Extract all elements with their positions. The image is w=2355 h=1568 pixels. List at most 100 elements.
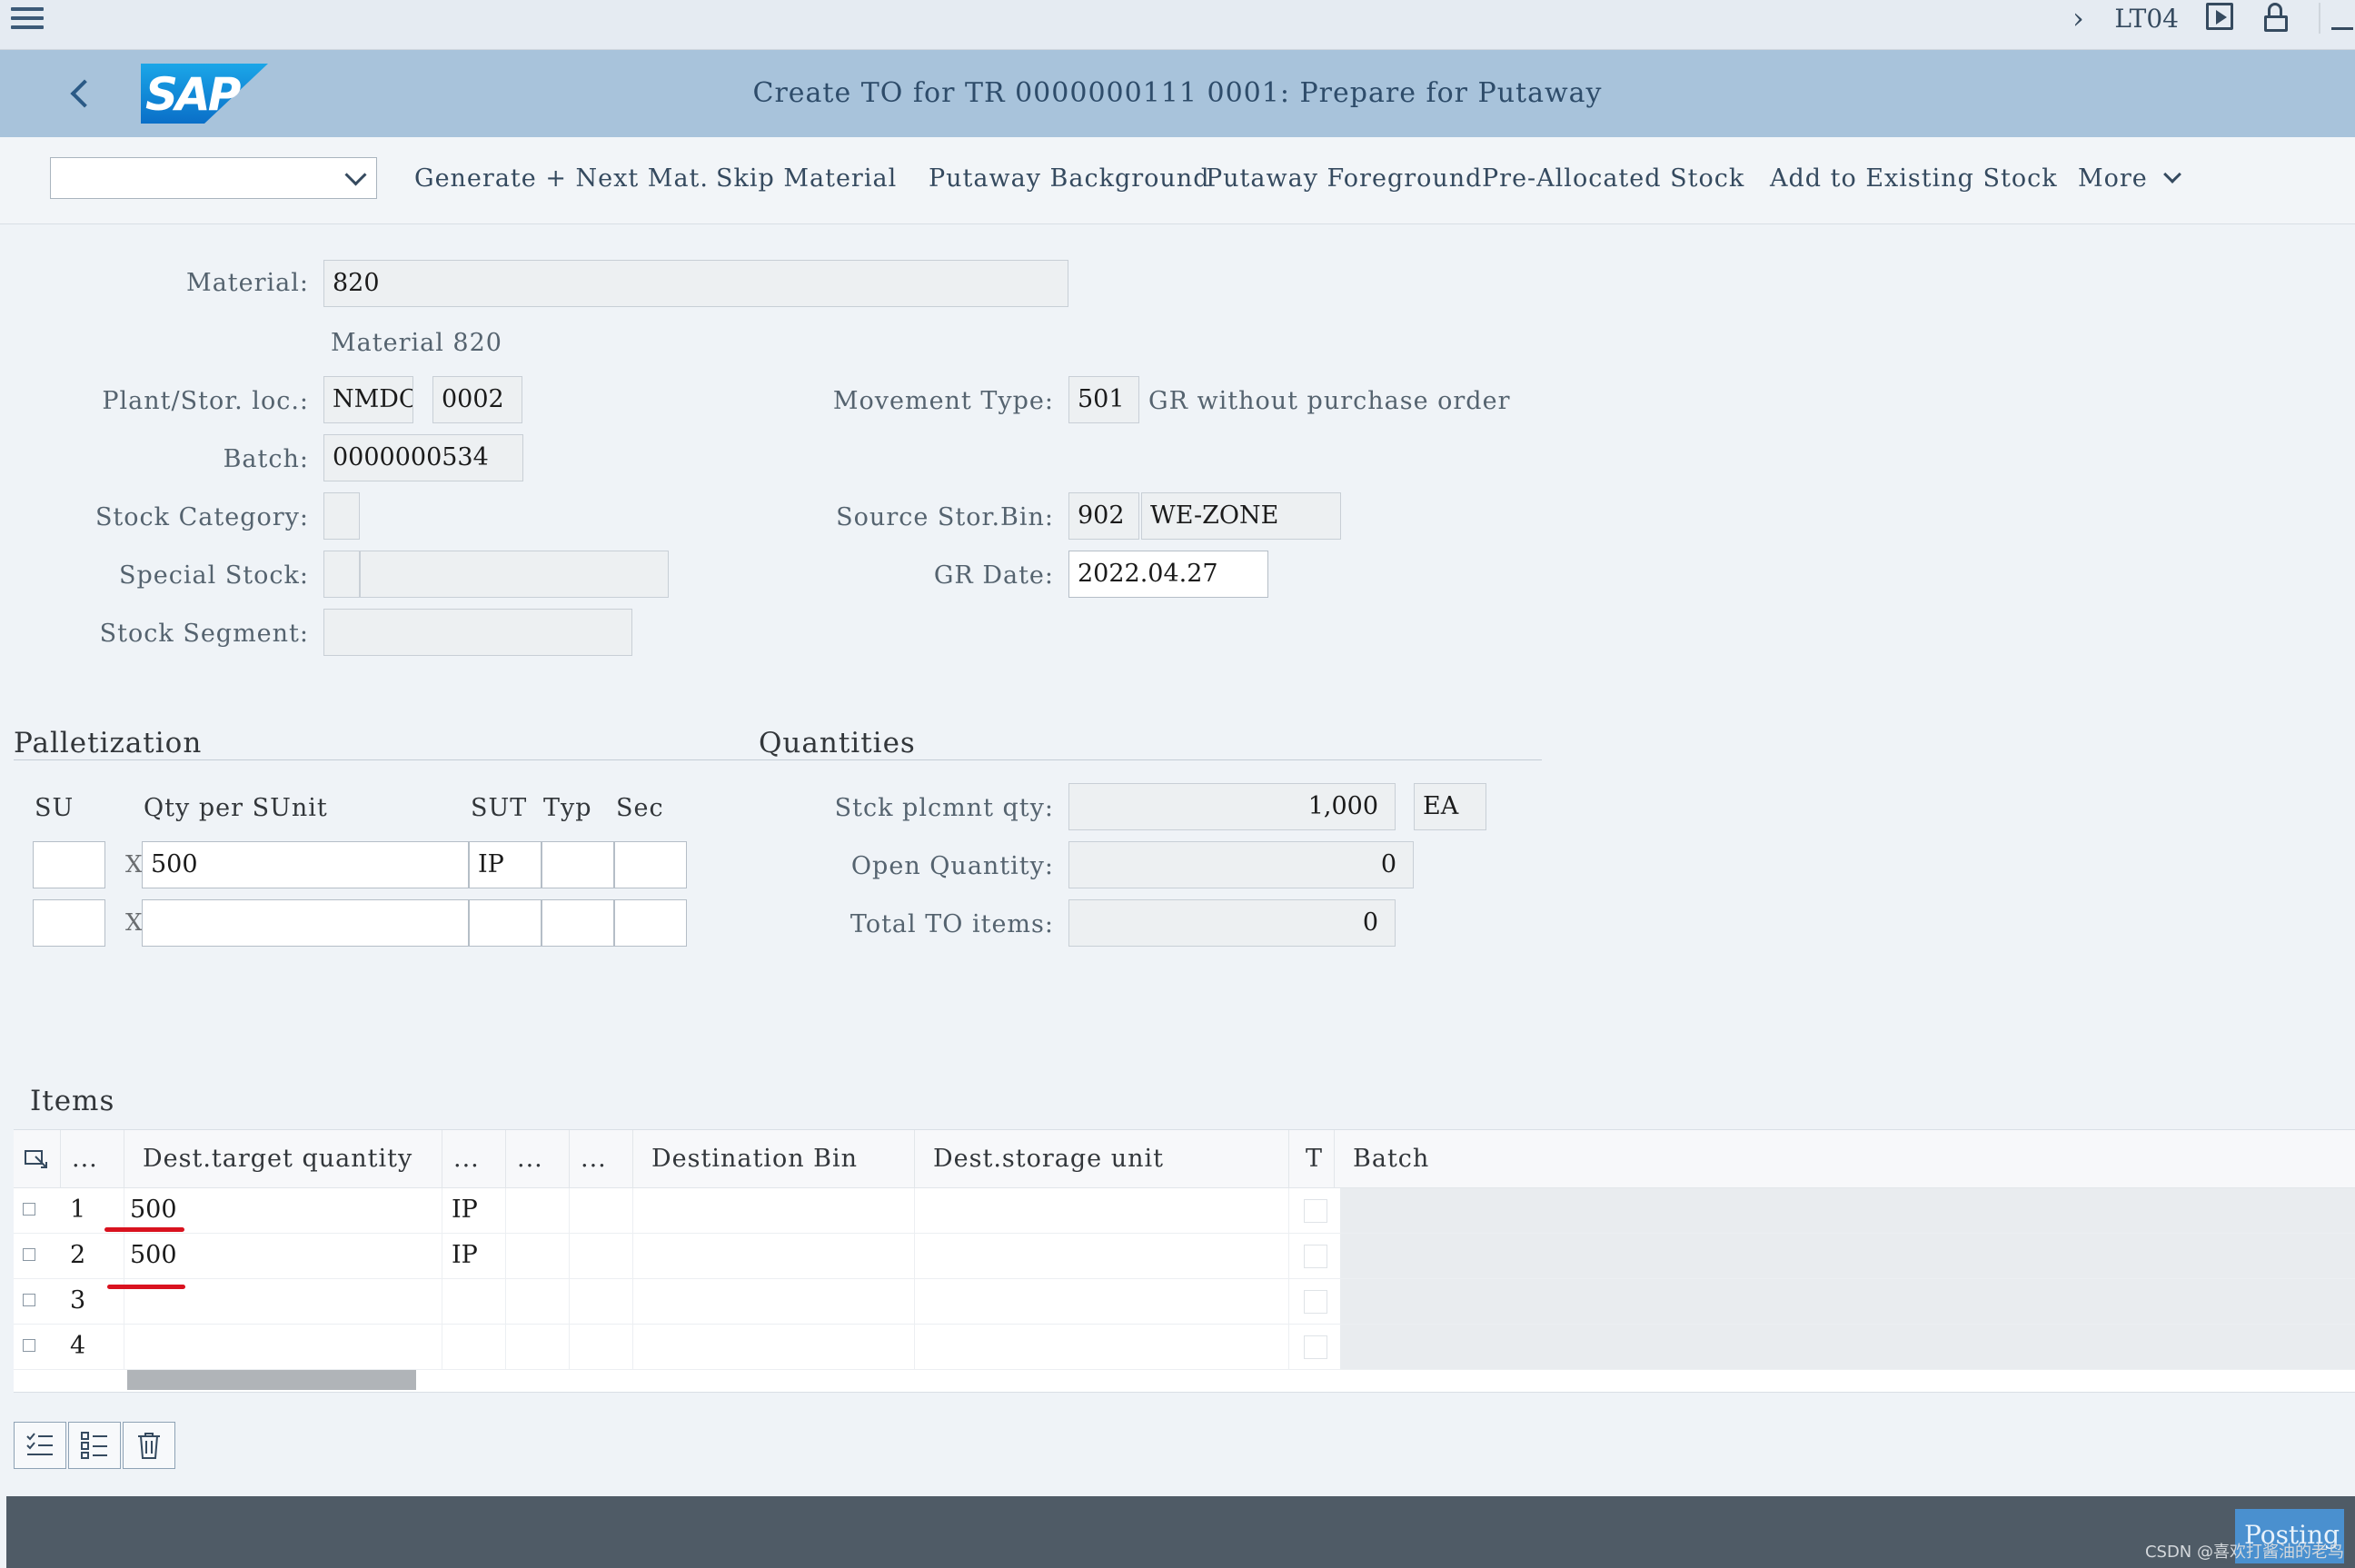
table-actions bbox=[14, 1422, 177, 1469]
table-row[interactable]: 4 bbox=[14, 1325, 2355, 1370]
dest-storage-unit-cell[interactable] bbox=[915, 1234, 1289, 1279]
column-header[interactable]: ... bbox=[570, 1130, 633, 1188]
quantities-divider bbox=[759, 759, 1542, 760]
table-cell[interactable] bbox=[506, 1188, 570, 1234]
table-settings-icon[interactable] bbox=[14, 1130, 61, 1188]
table-cell[interactable] bbox=[570, 1188, 633, 1234]
more-button[interactable]: More bbox=[2078, 164, 2181, 193]
table-cell[interactable] bbox=[570, 1325, 633, 1370]
variant-dropdown[interactable] bbox=[50, 157, 377, 199]
column-header[interactable]: ... bbox=[61, 1130, 124, 1188]
shell-actions: › LT04 bbox=[2060, 0, 2355, 36]
dest-target-quantity-cell[interactable] bbox=[124, 1325, 442, 1370]
source-bin-field[interactable]: WE-ZONE bbox=[1141, 492, 1341, 540]
column-header-dest-target-quantity[interactable]: Dest.target quantity bbox=[124, 1130, 442, 1188]
stock-segment-label: Stock Segment: bbox=[99, 620, 309, 648]
su-field-1[interactable] bbox=[33, 841, 105, 888]
table-cell[interactable] bbox=[570, 1234, 633, 1279]
chevron-right-icon[interactable]: › bbox=[2060, 1, 2096, 35]
putaway-background-button[interactable]: Putaway Background bbox=[929, 164, 1209, 193]
footer-bar: Posting CSDN @喜欢打酱油的老鸟 bbox=[6, 1496, 2355, 1568]
t-checkbox[interactable] bbox=[1304, 1199, 1327, 1223]
plant-field[interactable]: NMDC bbox=[323, 376, 413, 423]
dest-storage-unit-cell[interactable] bbox=[915, 1325, 1289, 1370]
destination-bin-cell[interactable] bbox=[633, 1279, 915, 1325]
destination-bin-cell[interactable] bbox=[633, 1188, 915, 1234]
deselect-all-button[interactable] bbox=[68, 1422, 121, 1469]
batch-label: Batch: bbox=[223, 445, 309, 473]
movement-type-description: GR without purchase order bbox=[1148, 387, 1511, 415]
column-header-t[interactable]: T bbox=[1289, 1130, 1335, 1188]
material-field[interactable]: 820 bbox=[323, 260, 1068, 307]
table-row[interactable]: 1 500 IP bbox=[14, 1188, 2355, 1234]
dest-target-quantity-cell[interactable]: 500 bbox=[124, 1234, 442, 1279]
qty-per-sunit-field-1[interactable]: 500 bbox=[142, 841, 469, 888]
putaway-foreground-button[interactable]: Putaway Foreground bbox=[1206, 164, 1482, 193]
qty-per-sunit-field-2[interactable] bbox=[142, 899, 469, 947]
t-checkbox[interactable] bbox=[1304, 1245, 1327, 1268]
t-checkbox[interactable] bbox=[1304, 1335, 1327, 1359]
table-row[interactable]: 3 bbox=[14, 1279, 2355, 1325]
generate-next-mat-button[interactable]: Generate + Next Mat. bbox=[414, 164, 709, 193]
pre-allocated-stock-button[interactable]: Pre-Allocated Stock bbox=[1482, 164, 1744, 193]
unlock-icon[interactable] bbox=[2262, 3, 2295, 34]
gr-date-label: GR Date: bbox=[933, 561, 1054, 590]
special-stock-field[interactable] bbox=[360, 551, 669, 598]
minimize-icon[interactable] bbox=[2319, 3, 2355, 34]
select-all-button[interactable] bbox=[14, 1422, 66, 1469]
material-label: Material: bbox=[186, 269, 309, 297]
column-header-destination-bin[interactable]: Destination Bin bbox=[633, 1130, 915, 1188]
table-cell[interactable] bbox=[506, 1325, 570, 1370]
table-row[interactable]: 2 500 IP bbox=[14, 1234, 2355, 1279]
play-icon[interactable] bbox=[2206, 3, 2239, 34]
column-header[interactable]: ... bbox=[442, 1130, 506, 1188]
palletization-title: Palletization bbox=[14, 727, 203, 759]
delete-button[interactable] bbox=[123, 1422, 175, 1469]
column-header-dest-storage-unit[interactable]: Dest.storage unit bbox=[915, 1130, 1289, 1188]
row-selector[interactable] bbox=[23, 1339, 35, 1352]
typ-field-2[interactable] bbox=[542, 899, 614, 947]
sut-cell[interactable]: IP bbox=[442, 1188, 506, 1234]
horizontal-scrollbar[interactable] bbox=[127, 1370, 416, 1390]
row-selector[interactable] bbox=[23, 1294, 35, 1306]
table-cell[interactable] bbox=[570, 1279, 633, 1325]
movement-type-field[interactable]: 501 bbox=[1068, 376, 1139, 423]
batch-field[interactable]: 0000000534 bbox=[323, 434, 523, 481]
su-field-2[interactable] bbox=[33, 899, 105, 947]
stock-segment-field[interactable] bbox=[323, 609, 632, 656]
destination-bin-cell[interactable] bbox=[633, 1234, 915, 1279]
sut-cell[interactable] bbox=[442, 1325, 506, 1370]
transaction-code: LT04 bbox=[2114, 3, 2179, 34]
table-cell[interactable] bbox=[506, 1279, 570, 1325]
add-to-existing-stock-button[interactable]: Add to Existing Stock bbox=[1770, 164, 2058, 193]
quantities-title: Quantities bbox=[759, 727, 916, 759]
table-cell[interactable] bbox=[506, 1234, 570, 1279]
sut-cell[interactable] bbox=[442, 1279, 506, 1325]
stock-category-field[interactable] bbox=[323, 492, 360, 540]
row-selector[interactable] bbox=[23, 1203, 35, 1216]
typ-field-1[interactable] bbox=[542, 841, 614, 888]
special-stock-indicator-field[interactable] bbox=[323, 551, 360, 598]
su-header: SU bbox=[35, 794, 75, 822]
gr-date-field[interactable]: 2022.04.27 bbox=[1068, 551, 1268, 598]
storage-location-field[interactable]: 0002 bbox=[432, 376, 522, 423]
destination-bin-cell[interactable] bbox=[633, 1325, 915, 1370]
sec-field-2[interactable] bbox=[614, 899, 687, 947]
t-checkbox[interactable] bbox=[1304, 1290, 1327, 1314]
sut-field-2[interactable] bbox=[469, 899, 542, 947]
dest-storage-unit-cell[interactable] bbox=[915, 1188, 1289, 1234]
sut-field-1[interactable]: IP bbox=[469, 841, 542, 888]
more-label: More bbox=[2078, 164, 2148, 193]
column-header[interactable]: ... bbox=[506, 1130, 570, 1188]
sec-field-1[interactable] bbox=[614, 841, 687, 888]
stock-placement-qty-label: Stck plcmnt qty: bbox=[834, 794, 1054, 822]
sut-cell[interactable]: IP bbox=[442, 1234, 506, 1279]
total-to-items-field: 0 bbox=[1068, 899, 1396, 947]
row-selector[interactable] bbox=[23, 1248, 35, 1261]
skip-material-button[interactable]: Skip Material bbox=[716, 164, 897, 193]
dest-storage-unit-cell[interactable] bbox=[915, 1279, 1289, 1325]
source-bin-type-field[interactable]: 902 bbox=[1068, 492, 1139, 540]
movement-type-label: Movement Type: bbox=[832, 387, 1054, 415]
column-header-batch[interactable]: Batch bbox=[1335, 1130, 1698, 1188]
menu-icon[interactable] bbox=[11, 4, 44, 31]
